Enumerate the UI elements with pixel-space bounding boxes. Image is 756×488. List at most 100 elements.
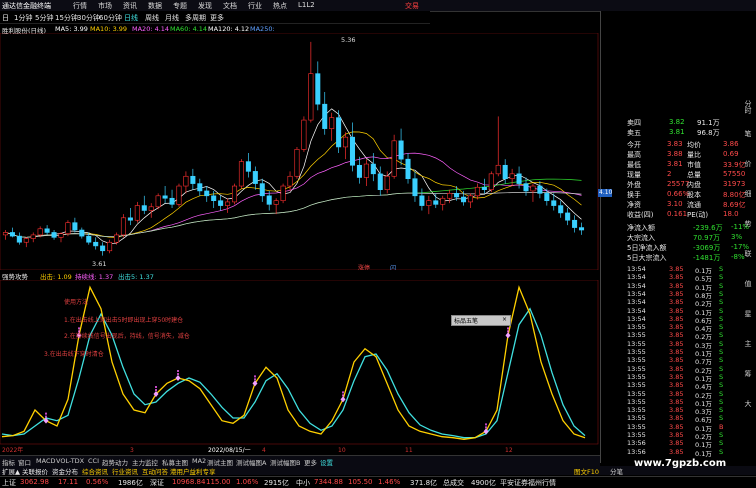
menu-item-industry[interactable]: 行业 [248,1,262,11]
candle-body [259,183,265,197]
period-more[interactable]: 更多 [210,13,224,23]
link-news[interactable]: 综合资讯 [82,466,108,476]
dialog-close-button[interactable]: × [502,316,507,323]
right-nav-item[interactable]: 势 [743,220,753,227]
menu-item-data[interactable]: 数据 [148,1,162,11]
tick-volume: 0.1万 [695,449,712,458]
tab-ma2[interactable]: MA2 [192,457,206,465]
flow-value: 70.97万 [693,234,721,242]
popup-dialog[interactable]: 标品五笔 × [451,315,511,326]
date-tick: 10 [338,447,346,454]
period-1min[interactable]: 1分钟 [14,13,32,23]
menu-item-hot[interactable]: 热点 [273,1,287,11]
dialog-title: 标品五笔 [454,318,479,325]
stat-label: 今开 [627,141,641,149]
right-nav-item[interactable]: 主 [743,340,753,347]
candle-body [16,235,22,243]
candle-body [127,217,133,221]
tick-price: 3.85 [669,331,684,340]
candle-body [134,205,140,221]
index-sz-pct: 1.06% [236,478,259,486]
tick-time: 13:55 [627,422,646,431]
candle-body [537,185,543,194]
tick-link[interactable]: 分笔 [610,466,623,476]
candle-body [280,185,286,201]
period-multi[interactable]: 多周期 [185,13,206,23]
period-weekly[interactable]: 周线 [145,13,159,23]
period-60min[interactable]: 60分钟 [99,13,122,23]
candle-body [23,238,29,243]
ask-price: 3.81 [669,128,685,136]
tick-time: 13:55 [627,372,646,381]
period-monthly[interactable]: 月线 [165,13,179,23]
link-qa[interactable]: 互动问答 [142,466,168,476]
expand-button[interactable]: 扩展▲ [2,466,20,476]
tick-price: 3.85 [669,348,684,356]
menu-item-l1l2[interactable]: L1L2 [298,1,315,9]
right-nav-item[interactable]: 筹 [743,370,753,377]
tick-row: 13:56 3.85 0.1万 S [601,448,741,458]
tick-price: 3.85 [669,339,684,348]
tick-time: 13:54 [627,314,646,323]
link-related-quote[interactable]: 关联报价 [22,466,48,476]
candle-body [336,117,342,148]
ma10-label: MA10: 3.99 [90,25,128,33]
period-30min[interactable]: 30分钟 [77,13,100,23]
link-user-special[interactable]: 港用户益利专享 [170,466,216,476]
right-nav-item[interactable]: 大 [743,400,753,407]
candle-body [308,73,314,121]
candle-body [565,212,571,221]
right-nav-item[interactable]: 笔 [743,130,753,137]
candle-body [523,183,529,192]
indicator-lines [1,285,586,440]
stat-label: 最高 [627,151,641,159]
candle-body [495,164,501,175]
tick-side: S [719,406,724,415]
period-5min[interactable]: 5分钟 [35,13,53,23]
flow-label: 净流入额 [627,224,655,232]
flow-row: 净流入额 -239.6万 -11% [601,223,749,233]
right-nav-item[interactable]: 分时 [743,100,753,114]
candle-body [30,234,36,239]
tick-side: S [719,289,724,298]
menu-item-quote[interactable]: 行情 [73,1,87,11]
period-daily[interactable]: 日线 [124,13,138,23]
flow-value: -239.6万 [693,224,723,232]
tick-side: S [719,314,724,323]
right-nav-item[interactable]: 星 [743,310,753,317]
candlestick-chart[interactable]: 4.704.654.504.404.304.204.104.003.903.80… [0,33,600,270]
stat-value: 2 [667,170,672,178]
tab-vol-tdx[interactable]: VOL-TDX [56,457,84,465]
candle-body [384,175,390,191]
date-axis: 2022年 3 4 2022/08/15/一 10 11 12 [2,446,513,454]
link-industry-news[interactable]: 行业资讯 [112,466,138,476]
period-day[interactable]: 日 [2,13,9,23]
stat-row: 收益(四) 0.161 PE(动) 18.0 [601,210,741,220]
indicator-tabs: 指标 窗口 MACD VOL-TDX CCI 趋势动力 主力监控 私募主图 MA… [0,455,600,467]
right-nav-item[interactable]: 联 [743,250,753,257]
stat-row: 今开 3.83 均价 3.86 [601,140,741,150]
menu-item-market[interactable]: 市场 [98,1,112,11]
tick-side: S [719,298,724,307]
tick-side: S [719,323,724,332]
right-nav-item[interactable]: 价 [743,160,753,167]
candle-body [72,222,78,231]
f10-link[interactable]: 图文F10 [574,466,599,476]
link-fund-distribution[interactable]: 资金分布 [52,466,78,476]
menu-item-docs[interactable]: 文档 [223,1,237,11]
right-nav-item[interactable]: 值 [743,280,753,287]
flow-label: 大宗流入 [627,234,655,242]
candle-body [391,140,397,177]
tab-cci[interactable]: CCI [88,457,99,465]
trade-button[interactable]: 交易 [405,1,419,11]
tick-side: S [719,339,724,348]
tick-side: S [719,389,724,398]
menu-item-discover[interactable]: 发现 [198,1,212,11]
stat-value: 3.10 [667,200,683,208]
period-15min[interactable]: 15分钟 [55,13,78,23]
menu-item-topic[interactable]: 专题 [173,1,187,11]
indicator-chart[interactable]: 300.0250.0200.0150.0100.050.00.00 使用方法 1… [0,280,600,455]
menu-item-news[interactable]: 资讯 [123,1,137,11]
right-nav-item[interactable]: 细 [743,190,753,197]
tab-macd[interactable]: MACD [36,457,55,465]
